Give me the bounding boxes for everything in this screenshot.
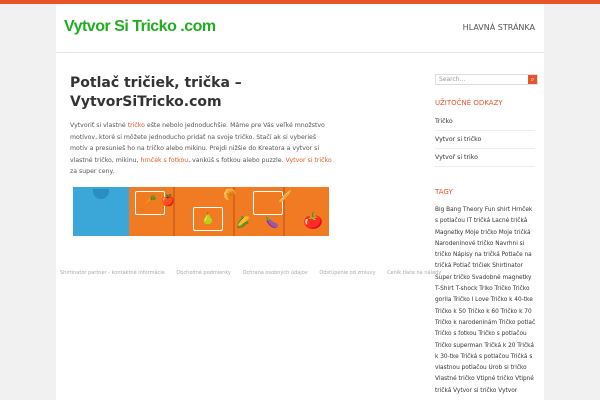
pear-icon: 🍐 bbox=[201, 212, 215, 225]
useful-links-list: Tričko Vytvor si tričko Vytvoř si triko bbox=[435, 113, 535, 167]
footer-link-contact[interactable]: Shirtinator partner - kontaktné informác… bbox=[60, 270, 165, 276]
page-title: Potlač tričiek, trička – VytvorSiTricko.… bbox=[70, 75, 242, 110]
useful-link-item[interactable]: Vytvoř si triko bbox=[435, 149, 535, 167]
useful-links-title: UŽITOČNÉ ODKAZY bbox=[435, 99, 503, 107]
main-content: Potlač tričiek, trička – VytvorSiTricko.… bbox=[70, 74, 370, 236]
intro-text-1: Vytvoriť si vlastné bbox=[70, 122, 128, 129]
site-logo[interactable]: Vytvor Si Tricko .com bbox=[64, 18, 216, 36]
hoodie-hood bbox=[93, 189, 109, 199]
useful-link-item[interactable]: Tričko bbox=[435, 113, 535, 131]
footer-link-privacy[interactable]: Ochrana osobných údajov bbox=[243, 270, 308, 276]
tags-title: TAGY bbox=[435, 188, 453, 196]
croissant-icon: 🥐 bbox=[223, 188, 237, 201]
search-input[interactable]: Search... bbox=[439, 76, 465, 83]
search-icon[interactable]: ⌕ bbox=[528, 75, 537, 84]
eggplant-icon: 🍆 bbox=[265, 216, 279, 229]
tomato-icon: 🍅 bbox=[303, 211, 323, 230]
nav-home-link[interactable]: HLAVNÁ STRÁNKA bbox=[463, 23, 535, 32]
link-vytvor-si-tricko[interactable]: Vytvor si tričko bbox=[285, 157, 331, 164]
carrot-icon: 🥕 bbox=[143, 194, 157, 207]
page-container: Vytvor Si Tricko .com HLAVNÁ STRÁNKA Pot… bbox=[56, 4, 544, 400]
footer-link-terms[interactable]: Obchodné podmienky bbox=[176, 270, 231, 276]
footer-link-pricing[interactable]: Ceník tlače na nálady bbox=[387, 270, 441, 276]
corn-icon: 🌽 bbox=[236, 216, 250, 229]
sidebar: Search... ⌕ UŽITOČNÉ ODKAZY Tričko Vytvo… bbox=[435, 74, 538, 397]
apple-icon: 🍎 bbox=[161, 194, 175, 207]
link-hrncek-s-fotkou[interactable]: hrnček s fotkou bbox=[141, 157, 189, 164]
intro-text-4: za super ceny. bbox=[70, 168, 115, 175]
search-field[interactable]: Search... ⌕ bbox=[435, 74, 538, 85]
intro-text-3: , vankúš s fotkou alebo puzzle. bbox=[188, 156, 286, 164]
link-tricko[interactable]: tričko bbox=[128, 122, 145, 129]
hoodie-image bbox=[73, 187, 129, 236]
useful-link-item[interactable]: Vytvor si tričko bbox=[435, 131, 535, 149]
intro-paragraph: Vytvoriť si vlastné tričko ešte nebolo j… bbox=[70, 120, 332, 178]
promo-banner[interactable]: 🥕 🍎 🥐 🌽 🍆 🍅 🥖 🍐 bbox=[73, 187, 329, 236]
site-header: Vytvor Si Tricko .com HLAVNÁ STRÁNKA bbox=[56, 4, 544, 53]
footer-link-withdrawal[interactable]: Odstúpenie od zmluvy bbox=[319, 270, 375, 276]
footer-links: Shirtinator partner - kontaktné informác… bbox=[60, 270, 460, 277]
tag-cloud[interactable]: Big Bang Theory Fun shirt Hrnček s potla… bbox=[435, 205, 536, 397]
bread-icon: 🥖 bbox=[278, 190, 292, 203]
